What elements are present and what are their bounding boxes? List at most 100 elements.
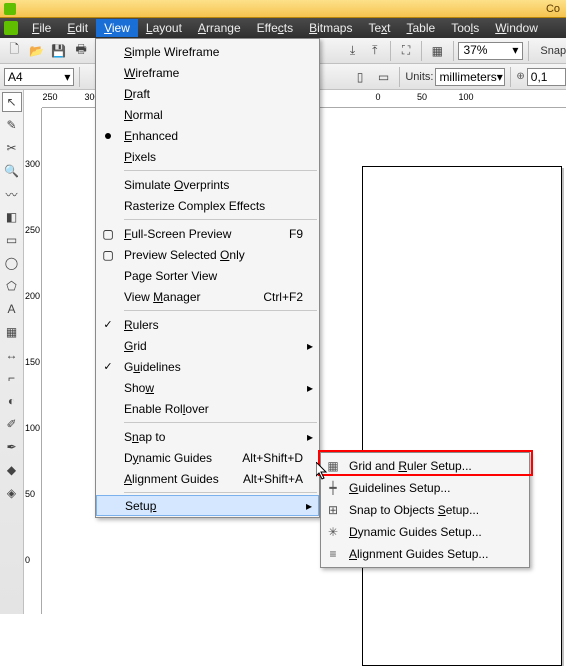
menu-item-label: Draft <box>120 87 303 101</box>
ruler-tick: 0 <box>375 92 380 102</box>
pick-tool[interactable]: ↖ <box>2 92 22 112</box>
menu-item-setup[interactable]: Setup▸ <box>96 495 319 516</box>
submenu-item-snap-to-objects-setup[interactable]: ⊞Snap to Objects Setup... <box>321 499 529 521</box>
menu-item-label: Simulate Overprints <box>120 178 303 192</box>
zoom-combo[interactable]: 37%▾ <box>458 42 523 60</box>
interactive-tool[interactable]: ◐ <box>2 391 22 411</box>
menu-item-full-screen-preview[interactable]: ▢Full-Screen PreviewF9 <box>96 223 319 244</box>
view-menu-dropdown: Simple Wireframe Wireframe Draft NormalEnha… <box>95 38 320 518</box>
submenu-item-alignment-guides-setup[interactable]: ≡Alignment Guides Setup... <box>321 543 529 565</box>
setup-submenu: ▦Grid and Ruler Setup...┿Guidelines Setu… <box>320 452 530 568</box>
menu-edit[interactable]: Edit <box>59 19 96 37</box>
rectangle-tool[interactable]: ▭ <box>2 230 22 250</box>
fullscreen-button[interactable]: ⛶ <box>396 40 416 62</box>
menu-item-enhanced[interactable]: Enhanced <box>96 125 319 146</box>
menu-window[interactable]: Window <box>487 19 546 37</box>
nudge-icon: ⊕ <box>516 71 524 82</box>
outline-tool[interactable]: ✒ <box>2 437 22 457</box>
import-button[interactable]: ⤓ <box>342 40 362 62</box>
menu-item-view-manager[interactable]: View ManagerCtrl+F2 <box>96 286 319 307</box>
units-combo[interactable]: millimeters▾ <box>435 68 505 86</box>
menu-item-page-sorter-view[interactable]: Page Sorter View <box>96 265 319 286</box>
menu-item-rulers[interactable]: ✓Rulers <box>96 314 319 335</box>
menu-shortcut: Alt+Shift+A <box>235 472 303 486</box>
submenu-item-label: Grid and Ruler Setup... <box>345 459 523 473</box>
menu-item-label: Wireframe <box>120 66 303 80</box>
menu-item-enable-rollover[interactable]: Enable Rollover <box>96 398 319 419</box>
connector-tool[interactable]: ⌐ <box>2 368 22 388</box>
save-button[interactable]: 💾 <box>49 40 69 62</box>
nudge-field[interactable]: 0,1 <box>527 68 566 86</box>
menu-table[interactable]: Table <box>399 19 444 37</box>
toolbox: ↖ ✎ ✂ 🔍 〰 ◧ ▭ ◯ ⬠ A ▦ ↔ ⌐ ◐ ✐ ✒ ◆ ◈ <box>0 90 24 614</box>
smartfill-tool[interactable]: ◧ <box>2 207 22 227</box>
print-button[interactable]: 🖶 <box>71 40 91 62</box>
polygon-tool[interactable]: ⬠ <box>2 276 22 296</box>
menu-item-show[interactable]: Show▸ <box>96 377 319 398</box>
menu-text[interactable]: Text <box>360 19 398 37</box>
menu-item-wireframe[interactable]: Wireframe <box>96 62 319 83</box>
menu-item-alignment-guides[interactable]: Alignment GuidesAlt+Shift+A <box>96 468 319 489</box>
toolbar-separator <box>453 41 454 61</box>
menu-item-simulate-overprints[interactable]: Simulate Overprints <box>96 174 319 195</box>
new-button[interactable]: 🗋 <box>4 40 24 62</box>
table-tool[interactable]: ▦ <box>2 322 22 342</box>
interactive-fill-tool[interactable]: ◈ <box>2 483 22 503</box>
menu-item-draft[interactable]: Draft <box>96 83 319 104</box>
menu-item-normal[interactable]: Normal <box>96 104 319 125</box>
submenu-arrow-icon: ▸ <box>303 339 313 353</box>
menu-item-label: Snap to <box>120 430 303 444</box>
submenu-item-dynamic-guides-setup[interactable]: ✳Dynamic Guides Setup... <box>321 521 529 543</box>
menu-layout[interactable]: Layout <box>138 19 190 37</box>
menu-effects[interactable]: Effects <box>249 19 301 37</box>
fill-tool[interactable]: ◆ <box>2 460 22 480</box>
ellipse-tool[interactable]: ◯ <box>2 253 22 273</box>
submenu-item-grid-and-ruler-setup[interactable]: ▦Grid and Ruler Setup... <box>321 455 529 477</box>
freehand-tool[interactable]: 〰 <box>2 184 22 204</box>
publish-button[interactable]: ▦ <box>427 40 447 62</box>
zoom-tool[interactable]: 🔍 <box>2 161 22 181</box>
dynguides-icon: ✳ <box>321 525 345 539</box>
vertical-ruler[interactable]: 300250200150100500 <box>24 108 42 614</box>
shape-tool[interactable]: ✎ <box>2 115 22 135</box>
submenu-item-guidelines-setup[interactable]: ┿Guidelines Setup... <box>321 477 529 499</box>
menu-bitmaps[interactable]: Bitmaps <box>301 19 360 37</box>
check-icon: ✓ <box>96 318 120 331</box>
toolbar-separator <box>399 67 400 87</box>
menu-item-pixels[interactable]: Pixels <box>96 146 319 167</box>
text-tool[interactable]: A <box>2 299 22 319</box>
menu-item-simple-wireframe[interactable]: Simple Wireframe <box>96 41 319 62</box>
menu-item-snap-to[interactable]: Snap to▸ <box>96 426 319 447</box>
open-button[interactable]: 📂 <box>26 40 46 62</box>
menu-arrange[interactable]: Arrange <box>190 19 249 37</box>
menu-item-rasterize-complex-effects[interactable]: Rasterize Complex Effects <box>96 195 319 216</box>
paper-size-combo[interactable]: A4▾ <box>4 68 74 86</box>
menu-item-label: Guidelines <box>120 360 303 374</box>
menu-item-label: Setup <box>121 499 302 513</box>
orient-landscape-button[interactable]: ▭ <box>373 66 395 88</box>
menu-item-dynamic-guides[interactable]: Dynamic GuidesAlt+Shift+D <box>96 447 319 468</box>
dimension-tool[interactable]: ↔ <box>2 345 22 365</box>
menu-item-guidelines[interactable]: ✓Guidelines <box>96 356 319 377</box>
menu-file[interactable]: File <box>24 19 59 37</box>
eyedropper-tool[interactable]: ✐ <box>2 414 22 434</box>
menu-separator <box>124 170 317 171</box>
ruler-tick: 100 <box>458 92 473 102</box>
grid-icon: ▦ <box>321 459 345 473</box>
menu-view[interactable]: View <box>96 19 138 37</box>
menu-item-preview-selected-only[interactable]: ▢Preview Selected Only <box>96 244 319 265</box>
ruler-tick: 250 <box>25 225 40 235</box>
crop-tool[interactable]: ✂ <box>2 138 22 158</box>
app-logo <box>4 3 16 15</box>
menu-item-label: Grid <box>120 339 303 353</box>
menu-tools[interactable]: Tools <box>443 19 487 37</box>
menu-item-label: Rasterize Complex Effects <box>120 199 303 213</box>
snap-label[interactable]: Snap <box>540 45 566 57</box>
menu-item-grid[interactable]: Grid▸ <box>96 335 319 356</box>
export-button[interactable]: ⤒ <box>365 40 385 62</box>
menu-separator <box>124 219 317 220</box>
snap-icon: ⊞ <box>321 503 345 517</box>
menu-item-label: Simple Wireframe <box>120 45 303 59</box>
app-icon <box>4 21 18 35</box>
orient-portrait-button[interactable]: ▯ <box>349 66 371 88</box>
